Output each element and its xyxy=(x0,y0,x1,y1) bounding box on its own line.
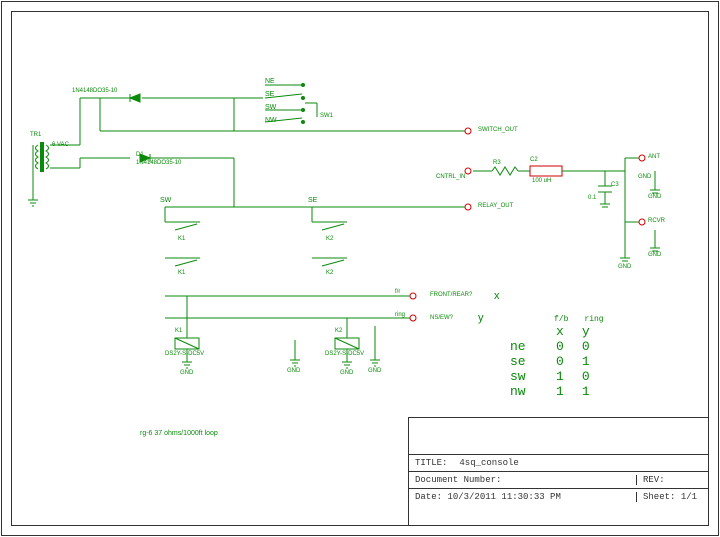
ref-c2: C2 xyxy=(530,157,538,163)
ref-sw1: SW1 xyxy=(320,113,333,119)
tt-r2-y: 0 xyxy=(582,369,590,384)
port-cntrl-in: CNTRL_IN xyxy=(436,174,465,180)
ref-tr1: TR1 xyxy=(30,132,41,138)
port-ring: ring xyxy=(395,312,405,318)
gnd-k2: GND xyxy=(340,370,353,376)
ref-sw-sw: SW xyxy=(265,104,276,111)
tt-r2-x: 1 xyxy=(556,369,564,384)
ref-k1b: K1 xyxy=(178,270,185,276)
ref-relay2: K2 xyxy=(335,328,342,334)
hdr-x: x xyxy=(556,324,564,339)
ref-d1: D1 xyxy=(136,152,144,158)
ref-c3v: 0.1 xyxy=(588,195,596,201)
sheet-label: Sheet: xyxy=(643,492,675,502)
date-label: Date: xyxy=(415,492,442,502)
ref-relay1: K1 xyxy=(175,328,182,334)
gnd-k1: GND xyxy=(180,370,193,376)
ref-sw-ne: NE xyxy=(265,78,275,85)
port-switch-out: SWITCH_OUT xyxy=(478,127,518,133)
tt-r3-d: nw xyxy=(510,384,538,399)
ref-d2pn: 1N4148DO35-10 xyxy=(72,88,117,94)
port-relay-out: RELAY_OUT xyxy=(478,203,513,209)
footer-note: rg-6 37 ohms/1000ft loop xyxy=(140,430,218,437)
hdr-y: y xyxy=(582,324,590,339)
ref-r3v: 100 uH xyxy=(532,178,551,184)
gnd-bus: GND xyxy=(618,264,631,270)
gnd-ring1: GND xyxy=(287,368,300,374)
tt-r0-y: 0 xyxy=(582,339,590,354)
ref-k2a: K2 xyxy=(326,236,333,242)
ref-sw-nw: NW xyxy=(265,117,277,124)
ref-k1a: K1 xyxy=(178,236,185,242)
tt-r1-y: 1 xyxy=(582,354,590,369)
title-block: TITLE: 4sq_console Document Number: REV:… xyxy=(408,417,709,526)
ref-k2b: K2 xyxy=(326,270,333,276)
hdr-fb: f/b xyxy=(554,315,568,324)
sheet-value: 1/1 xyxy=(681,492,697,502)
title-value: 4sq_console xyxy=(459,458,518,468)
ref-r3: R3 xyxy=(493,160,501,166)
gnd-ring2: GND xyxy=(368,368,381,374)
doc-label: Document Number: xyxy=(415,475,636,485)
truth-table: f/b ring x y ne00 se01 sw10 nw11 xyxy=(510,315,604,399)
rev-label: REV: xyxy=(636,475,703,485)
port-rcvr: RCVR xyxy=(648,218,665,224)
tt-r3-y: 1 xyxy=(582,384,590,399)
tt-r2-d: sw xyxy=(510,369,538,384)
tt-r3-x: 1 xyxy=(556,384,564,399)
port-front-rear: FRONT/REAR? xyxy=(430,292,472,298)
tt-r1-d: se xyxy=(510,354,538,369)
ref-relay2pn: DS2Y-S-DC5V xyxy=(325,351,364,357)
gnd-rcvr: GND xyxy=(648,252,661,258)
gnd-ant: GND xyxy=(648,194,661,200)
tt-r0-d: ne xyxy=(510,339,538,354)
ref-sw-se: SE xyxy=(265,91,274,98)
port-fr: f/r xyxy=(395,289,400,295)
label-sw: SW xyxy=(160,197,171,204)
gnd-ant2: GND xyxy=(638,174,651,180)
tt-r1-x: 0 xyxy=(556,354,564,369)
port-ns-ew: NS/EW? xyxy=(430,315,453,321)
date-value: 10/3/2011 11:30:33 PM xyxy=(447,492,560,502)
ref-c3: C3 xyxy=(611,182,619,188)
ref-relay1pn: DS2Y-S-DC5V xyxy=(165,351,204,357)
hdr-ring: ring xyxy=(584,315,603,324)
port-x: x xyxy=(494,290,500,302)
tt-r0-x: 0 xyxy=(556,339,564,354)
port-y: y xyxy=(478,312,484,324)
schematic-sheet: TR1 6 VAC 1N4148DO35-10 D1 1N4148DO35-10… xyxy=(0,0,720,537)
port-ant: ANT xyxy=(648,154,660,160)
ref-d1pn: 1N4148DO35-10 xyxy=(136,160,181,166)
title-label: TITLE: xyxy=(415,458,447,468)
ref-vac: 6 VAC xyxy=(52,142,69,148)
label-se: SE xyxy=(308,197,317,204)
